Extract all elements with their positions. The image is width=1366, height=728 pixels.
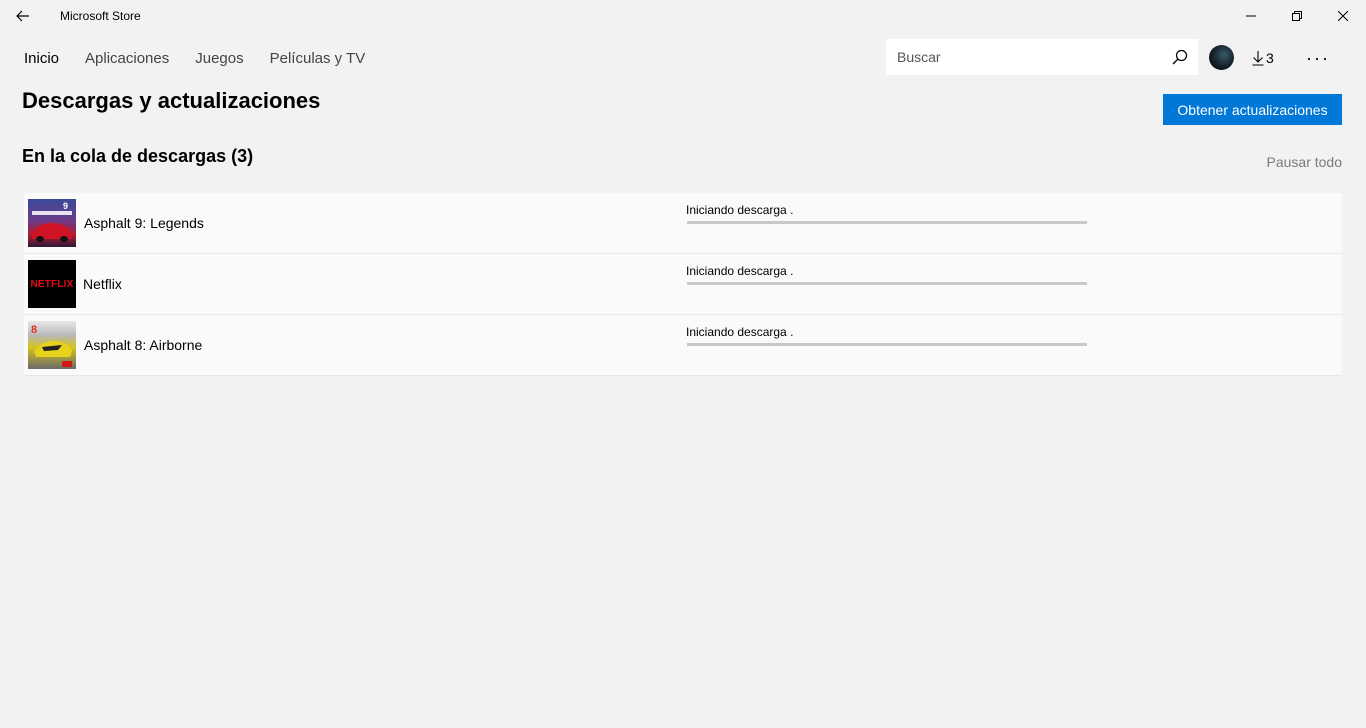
section-title: En la cola de descargas (3) xyxy=(22,146,254,166)
asphalt8-icon: 8 xyxy=(28,321,76,369)
main-nav: Inicio Aplicaciones Juegos Películas y T… xyxy=(24,44,391,72)
close-button[interactable] xyxy=(1320,0,1366,32)
downloads-count: 3 xyxy=(1266,50,1274,66)
app-name: Netflix xyxy=(83,276,122,292)
netflix-icon: NETFLIX xyxy=(28,260,76,308)
list-item[interactable]: NETFLIX Netflix Iniciando descarga . xyxy=(24,254,1342,315)
search-input[interactable] xyxy=(897,49,1162,65)
netflix-logo-text: NETFLIX xyxy=(30,278,74,290)
more-options-button[interactable]: ··· xyxy=(1302,44,1334,72)
list-item[interactable]: 9 Asphalt 9: Legends Iniciando descarga … xyxy=(24,193,1342,254)
download-status: Iniciando descarga . xyxy=(686,203,794,217)
app-name: Asphalt 9: Legends xyxy=(84,215,204,231)
nav-item-inicio[interactable]: Inicio xyxy=(24,50,59,67)
download-status: Iniciando descarga . xyxy=(686,325,794,339)
asphalt9-icon: 9 xyxy=(28,199,76,247)
list-item[interactable]: 8 Asphalt 8: Airborne Iniciando descarga… xyxy=(24,315,1342,376)
download-status: Iniciando descarga . xyxy=(686,264,794,278)
progress-bar xyxy=(687,343,1087,346)
progress-bar xyxy=(687,221,1087,224)
arrow-left-icon xyxy=(16,10,29,22)
window-controls xyxy=(1228,0,1366,32)
app-title: Microsoft Store xyxy=(60,9,141,23)
restore-button[interactable] xyxy=(1274,0,1320,32)
search-box xyxy=(886,39,1198,75)
downloads-button[interactable]: 3 xyxy=(1252,44,1274,72)
minimize-button[interactable] xyxy=(1228,0,1274,32)
minimize-icon xyxy=(1246,15,1256,17)
app-name: Asphalt 8: Airborne xyxy=(84,337,203,353)
search-icon xyxy=(1172,49,1188,65)
close-icon xyxy=(1338,11,1348,21)
progress-bar xyxy=(687,282,1087,285)
avatar[interactable] xyxy=(1209,45,1234,70)
pause-all-button[interactable]: Pausar todo xyxy=(1267,154,1343,170)
more-icon: ··· xyxy=(1306,47,1330,68)
title-bar: Microsoft Store xyxy=(0,0,1366,32)
asphalt8-badge: 8 xyxy=(31,324,37,336)
nav-item-aplicaciones[interactable]: Aplicaciones xyxy=(85,50,169,67)
nav-item-juegos[interactable]: Juegos xyxy=(195,50,243,67)
asphalt9-badge: 9 xyxy=(63,201,68,211)
back-button[interactable] xyxy=(0,0,46,32)
restore-icon xyxy=(1292,11,1302,21)
page-title: Descargas y actualizaciones xyxy=(22,88,321,113)
search-button[interactable] xyxy=(1162,39,1198,75)
download-queue: 9 Asphalt 9: Legends Iniciando descarga … xyxy=(24,193,1342,376)
nav-item-peliculas-tv[interactable]: Películas y TV xyxy=(270,50,366,67)
asphalt9-artwork: 9 xyxy=(32,201,72,242)
get-updates-button[interactable]: Obtener actualizaciones xyxy=(1163,94,1342,125)
asphalt8-artwork: 8 xyxy=(31,324,72,367)
download-icon xyxy=(1252,51,1264,66)
